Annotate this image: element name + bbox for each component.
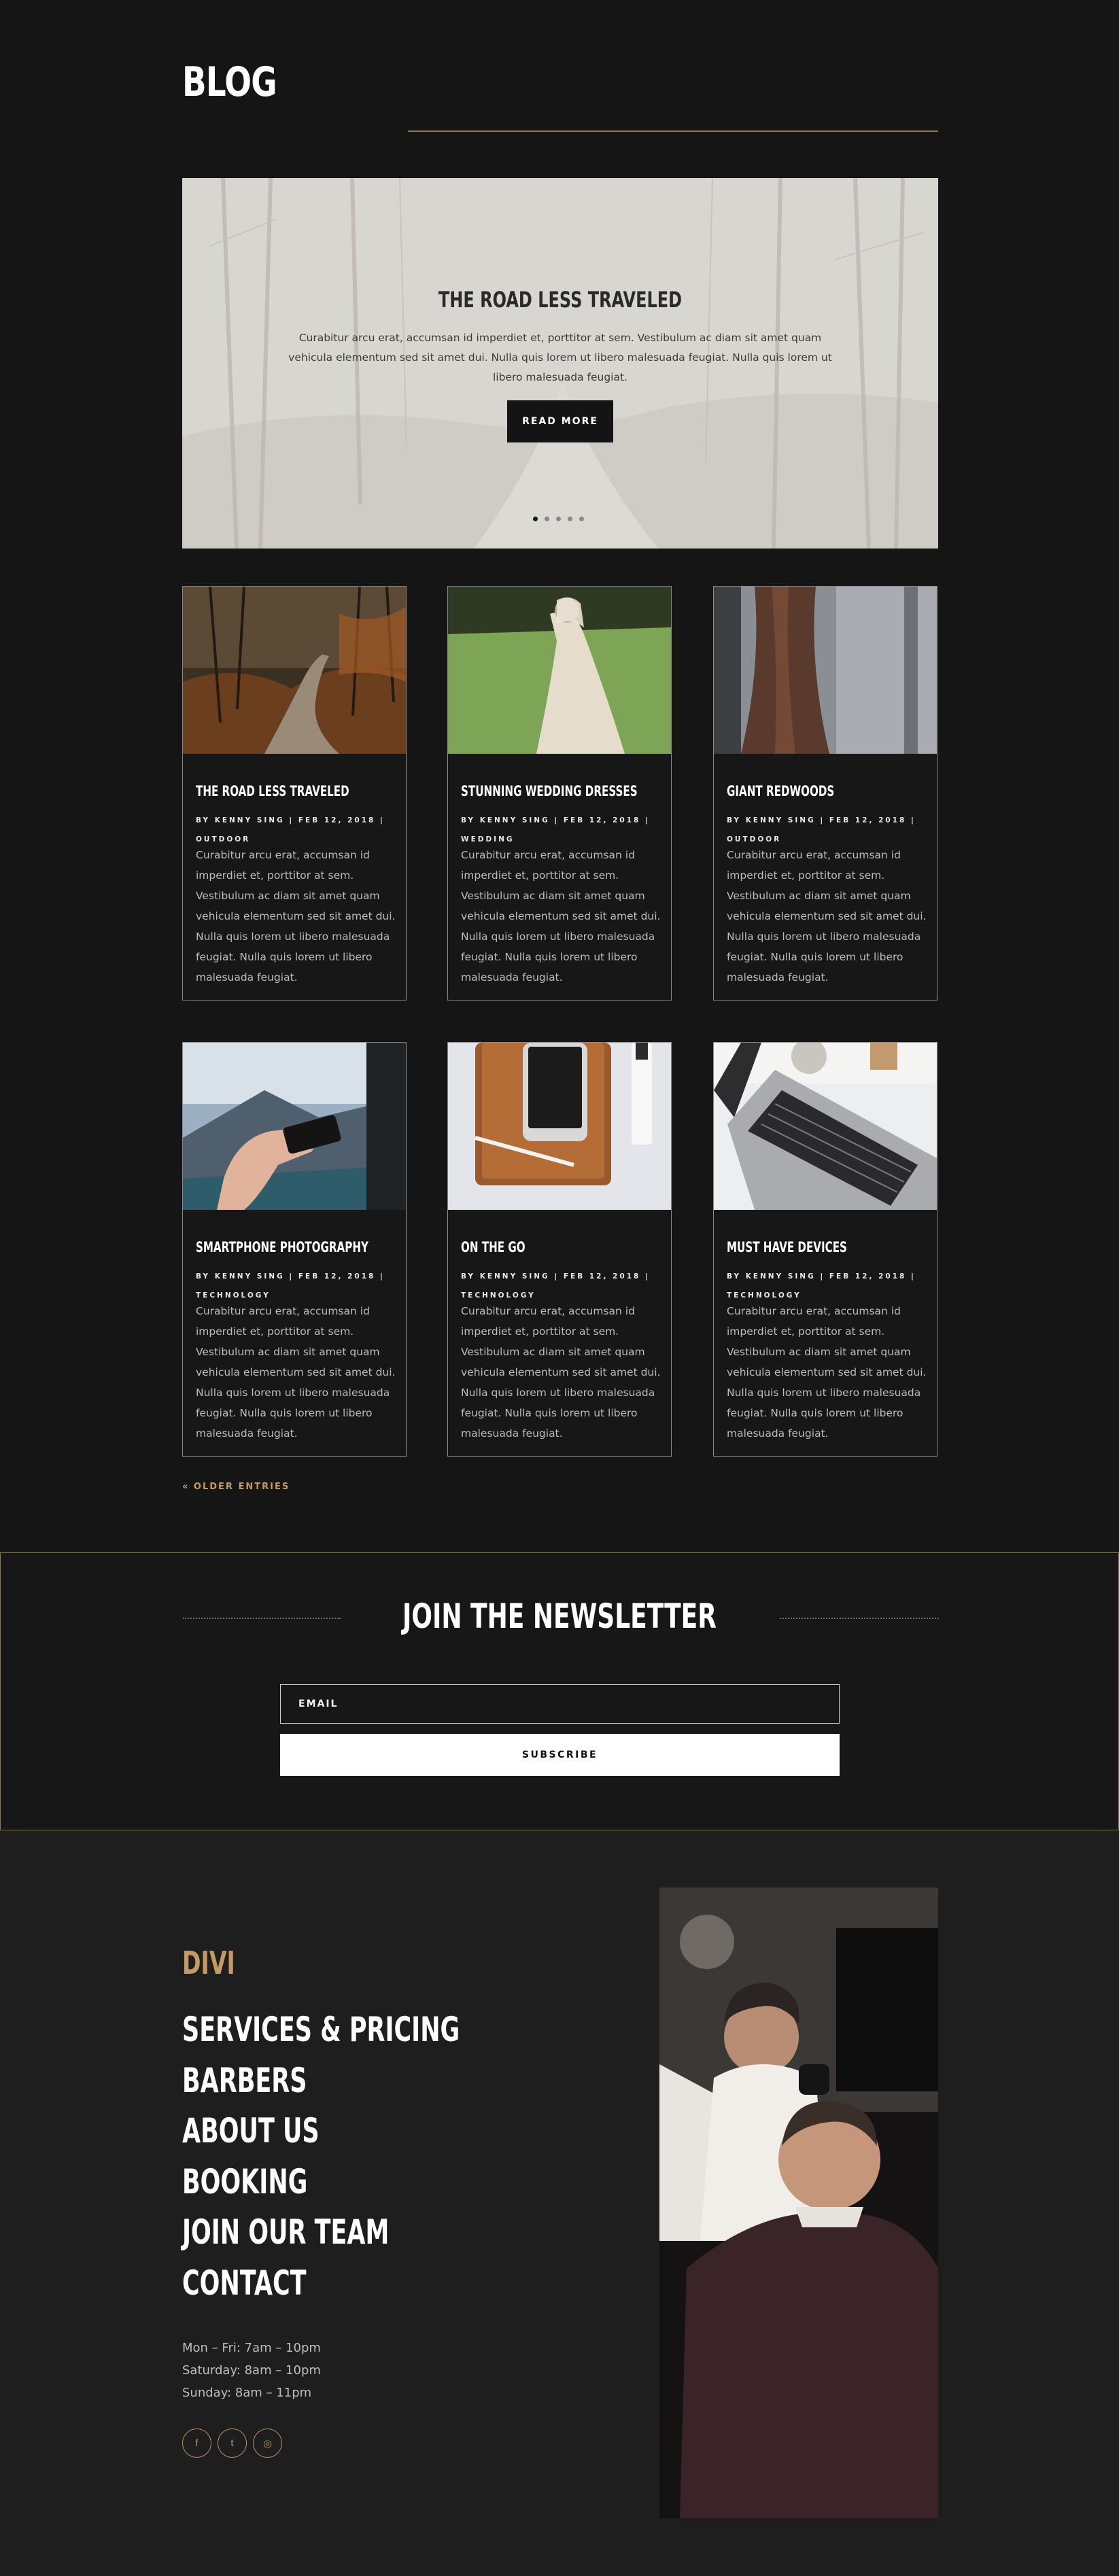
- instagram-icon[interactable]: ◎: [253, 2429, 282, 2458]
- subscribe-button[interactable]: SUBSCRIBE: [280, 1734, 840, 1776]
- opening-hours: Mon – Fri: 7am – 10pm Saturday: 8am – 10…: [182, 2337, 321, 2404]
- footer-nav-barbers[interactable]: BARBERS: [182, 2061, 460, 2112]
- post-meta: BY KENNY SING | FEB 12, 2018 | WEDDING: [461, 811, 665, 849]
- post-title[interactable]: GIANT REDWOODS: [727, 783, 834, 799]
- twitter-icon[interactable]: t: [218, 2429, 247, 2458]
- slider-dots: [533, 517, 584, 521]
- barber-image: [659, 1887, 938, 2518]
- post-meta-byline: BY KENNY SING | FEB 12, 2018 |: [461, 816, 650, 824]
- slider-dot[interactable]: [545, 517, 549, 521]
- post-card[interactable]: THE ROAD LESS TRAVELED BY KENNY SING | F…: [182, 586, 407, 1000]
- post-card[interactable]: MUST HAVE DEVICES BY KENNY SING | FEB 12…: [713, 1042, 937, 1457]
- post-meta-byline: BY KENNY SING | FEB 12, 2018 |: [196, 816, 385, 824]
- social-links: f t ◎: [182, 2429, 282, 2458]
- forest-road-image[interactable]: [183, 587, 406, 754]
- post-excerpt: Curabitur arcu erat, accumsan id imperdi…: [727, 849, 927, 984]
- featured-slider: THE ROAD LESS TRAVELED Curabitur arcu er…: [182, 178, 938, 549]
- footer-nav-services[interactable]: SERVICES & PRICING: [182, 2010, 460, 2061]
- wedding-dress-image[interactable]: [448, 587, 671, 754]
- slider-dot[interactable]: [556, 517, 561, 521]
- newsletter-section: JOIN THE NEWSLETTER SUBSCRIBE: [0, 1552, 1119, 1830]
- hours-sunday: Sunday: 8am – 11pm: [182, 2386, 312, 2400]
- footer: DIVI SERVICES & PRICING BARBERS ABOUT US…: [0, 1830, 1119, 2576]
- slider-dot[interactable]: [533, 517, 538, 521]
- slider-dot[interactable]: [568, 517, 572, 521]
- footer-nav-contact[interactable]: CONTACT: [182, 2263, 460, 2314]
- post-card[interactable]: GIANT REDWOODS BY KENNY SING | FEB 12, 2…: [713, 586, 937, 1000]
- page-title: BLOG: [182, 58, 277, 106]
- email-field[interactable]: [280, 1684, 840, 1724]
- post-excerpt: Curabitur arcu erat, accumsan id imperdi…: [461, 1305, 661, 1440]
- slide-title: THE ROAD LESS TRAVELED: [438, 287, 683, 313]
- older-entries-link[interactable]: « OLDER ENTRIES: [182, 1482, 290, 1492]
- post-meta-byline: BY KENNY SING | FEB 12, 2018 |: [727, 1272, 916, 1281]
- hours-weekday: Mon – Fri: 7am – 10pm: [182, 2341, 321, 2355]
- post-meta-byline: BY KENNY SING | FEB 12, 2018 |: [461, 1272, 650, 1281]
- post-meta-byline: BY KENNY SING | FEB 12, 2018 |: [196, 1272, 385, 1281]
- facebook-icon[interactable]: f: [182, 2429, 211, 2458]
- post-title[interactable]: SMARTPHONE PHOTOGRAPHY: [196, 1239, 368, 1255]
- hours-saturday: Saturday: 8am – 10pm: [182, 2363, 321, 2378]
- footer-nav-join-team[interactable]: JOIN OUR TEAM: [182, 2212, 460, 2263]
- post-meta: BY KENNY SING | FEB 12, 2018 | OUTDOOR: [196, 811, 400, 849]
- post-card[interactable]: ON THE GO BY KENNY SING | FEB 12, 2018 |…: [447, 1042, 672, 1457]
- laptop-image[interactable]: [714, 1043, 937, 1210]
- newsletter-title: JOIN THE NEWSLETTER: [402, 1597, 717, 1636]
- post-meta: BY KENNY SING | FEB 12, 2018 | TECHNOLOG…: [196, 1267, 400, 1305]
- slide-text: Curabitur arcu erat, accumsan id imperdi…: [288, 332, 832, 383]
- post-excerpt: Curabitur arcu erat, accumsan id imperdi…: [196, 849, 396, 984]
- footer-nav-booking[interactable]: BOOKING: [182, 2162, 460, 2213]
- post-title[interactable]: THE ROAD LESS TRAVELED: [196, 783, 349, 799]
- smartphone-image[interactable]: [183, 1043, 406, 1210]
- post-title[interactable]: STUNNING WEDDING DRESSES: [461, 783, 638, 799]
- footer-nav-about[interactable]: ABOUT US: [182, 2111, 460, 2162]
- redwood-tree-image[interactable]: [714, 587, 937, 754]
- footer-logo[interactable]: DIVI: [182, 1945, 235, 1981]
- post-card[interactable]: STUNNING WEDDING DRESSES BY KENNY SING |…: [447, 586, 672, 1000]
- post-card[interactable]: SMARTPHONE PHOTOGRAPHY BY KENNY SING | F…: [182, 1042, 407, 1457]
- post-title[interactable]: MUST HAVE DEVICES: [727, 1239, 847, 1255]
- header-divider: [408, 130, 938, 132]
- read-more-button[interactable]: READ MORE: [507, 400, 613, 442]
- post-meta: BY KENNY SING | FEB 12, 2018 | TECHNOLOG…: [461, 1267, 665, 1305]
- post-title[interactable]: ON THE GO: [461, 1239, 526, 1255]
- post-excerpt: Curabitur arcu erat, accumsan id imperdi…: [727, 1305, 927, 1440]
- post-excerpt: Curabitur arcu erat, accumsan id imperdi…: [196, 1305, 396, 1440]
- post-excerpt: Curabitur arcu erat, accumsan id imperdi…: [461, 849, 661, 984]
- post-meta: BY KENNY SING | FEB 12, 2018 | TECHNOLOG…: [727, 1267, 931, 1305]
- post-meta: BY KENNY SING | FEB 12, 2018 | OUTDOOR: [727, 811, 931, 849]
- slider-dot[interactable]: [579, 517, 584, 521]
- post-meta-byline: BY KENNY SING | FEB 12, 2018 |: [727, 816, 916, 824]
- footer-nav: SERVICES & PRICING BARBERS ABOUT US BOOK…: [182, 2010, 579, 2314]
- tablet-phone-image[interactable]: [448, 1043, 671, 1210]
